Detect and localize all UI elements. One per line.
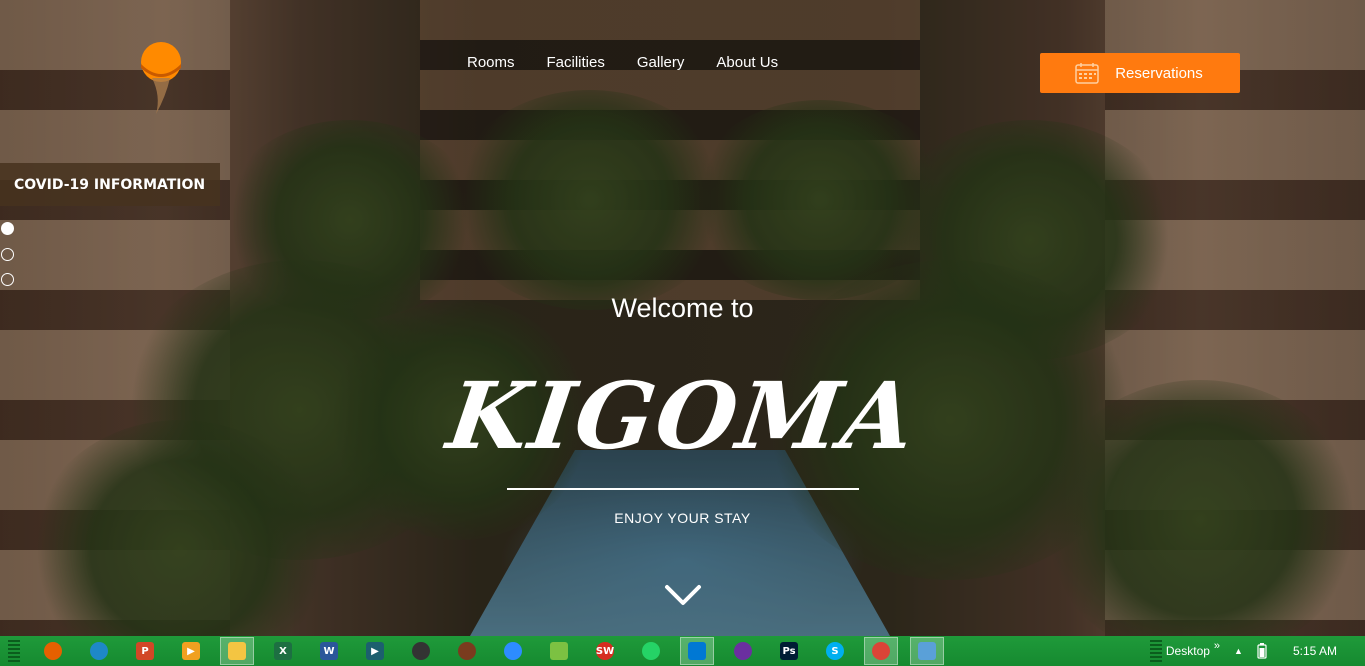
firefox-icon[interactable] bbox=[36, 637, 70, 665]
nav-gallery-link[interactable]: Gallery bbox=[637, 54, 685, 71]
nav-facilities-link[interactable]: Facilities bbox=[547, 54, 605, 71]
hotel-logo[interactable] bbox=[132, 40, 188, 116]
reservations-button[interactable]: Reservations bbox=[1040, 53, 1240, 93]
clock[interactable]: 5:15 AM bbox=[1293, 644, 1337, 658]
file-explorer-icon-glyph bbox=[228, 642, 246, 660]
powerpoint-icon-glyph: P bbox=[136, 642, 154, 660]
system-tray: Desktop » ▲ 5:15 AM bbox=[1142, 636, 1365, 666]
vscode-icon-glyph bbox=[688, 642, 706, 660]
sw-icon[interactable]: SW bbox=[588, 637, 622, 665]
media-player-icon[interactable]: ▶ bbox=[174, 637, 208, 665]
notepad-icon[interactable] bbox=[542, 637, 576, 665]
powerpoint-icon[interactable]: P bbox=[128, 637, 162, 665]
chrome-icon-glyph bbox=[872, 642, 890, 660]
sw-icon-glyph: SW bbox=[596, 642, 614, 660]
chrome-icon[interactable] bbox=[864, 637, 898, 665]
battery-icon[interactable] bbox=[1255, 643, 1269, 659]
taskbar-grip[interactable] bbox=[8, 640, 20, 662]
covid-info-tab[interactable]: COVID-19 INFORMATION bbox=[0, 163, 220, 206]
taskbar-apps: P ▶ X W ▶ SW Ps S bbox=[36, 637, 956, 665]
app-purple-icon[interactable] bbox=[726, 637, 760, 665]
edge-icon-glyph bbox=[90, 642, 108, 660]
tray-expand-icon[interactable]: ▲ bbox=[1234, 646, 1243, 656]
photoshop-icon[interactable]: Ps bbox=[772, 637, 806, 665]
brand-title: KIGOMA bbox=[441, 362, 924, 470]
media-player-icon-glyph: ▶ bbox=[182, 642, 200, 660]
photoshop-icon-glyph: Ps bbox=[780, 642, 798, 660]
remote-desktop-icon-glyph bbox=[918, 642, 936, 660]
remote-desktop-icon[interactable] bbox=[910, 637, 944, 665]
edge-icon[interactable] bbox=[82, 637, 116, 665]
slider-dot-2[interactable] bbox=[1, 248, 14, 261]
chrome-ring-icon[interactable] bbox=[450, 637, 484, 665]
file-explorer-icon[interactable] bbox=[220, 637, 254, 665]
chevron-down-icon[interactable] bbox=[664, 582, 702, 608]
nav-about-us-link[interactable]: About Us bbox=[716, 54, 778, 71]
tray-grip[interactable] bbox=[1149, 640, 1162, 662]
excel-icon[interactable]: X bbox=[266, 637, 300, 665]
firefox-icon-glyph bbox=[44, 642, 62, 660]
tagline: ENJOY YOUR STAY bbox=[614, 510, 751, 526]
vscode-icon[interactable] bbox=[680, 637, 714, 665]
whatsapp-icon[interactable] bbox=[634, 637, 668, 665]
title-divider bbox=[507, 488, 859, 490]
reservations-label: Reservations bbox=[1115, 64, 1203, 82]
windows-taskbar: P ▶ X W ▶ SW Ps S Desktop » ▲ 5:15 AM bbox=[0, 636, 1365, 666]
word-icon[interactable]: W bbox=[312, 637, 346, 665]
calendar-icon bbox=[1075, 62, 1099, 88]
skype-icon[interactable]: S bbox=[818, 637, 852, 665]
zoom-icon[interactable] bbox=[496, 637, 530, 665]
chrome-ring-icon-glyph bbox=[458, 642, 476, 660]
notepad-icon-glyph bbox=[550, 642, 568, 660]
slider-dot-1[interactable] bbox=[1, 222, 14, 235]
slider-dot-3[interactable] bbox=[1, 273, 14, 286]
skype-icon-glyph: S bbox=[826, 642, 844, 660]
nav-rooms-link[interactable]: Rooms bbox=[467, 54, 515, 71]
whatsapp-icon-glyph bbox=[642, 642, 660, 660]
word-icon-glyph: W bbox=[320, 642, 338, 660]
double-chevron-icon[interactable]: » bbox=[1214, 640, 1220, 652]
desktop-toolbar-label[interactable]: Desktop bbox=[1166, 644, 1210, 658]
media-app-icon[interactable]: ▶ bbox=[358, 637, 392, 665]
obs-icon-glyph bbox=[412, 642, 430, 660]
obs-icon[interactable] bbox=[404, 637, 438, 665]
main-nav: Rooms Facilities Gallery About Us bbox=[467, 54, 778, 71]
welcome-heading: Welcome to bbox=[611, 293, 754, 323]
media-app-icon-glyph: ▶ bbox=[366, 642, 384, 660]
excel-icon-glyph: X bbox=[274, 642, 292, 660]
zoom-icon-glyph bbox=[504, 642, 522, 660]
app-purple-icon-glyph bbox=[734, 642, 752, 660]
